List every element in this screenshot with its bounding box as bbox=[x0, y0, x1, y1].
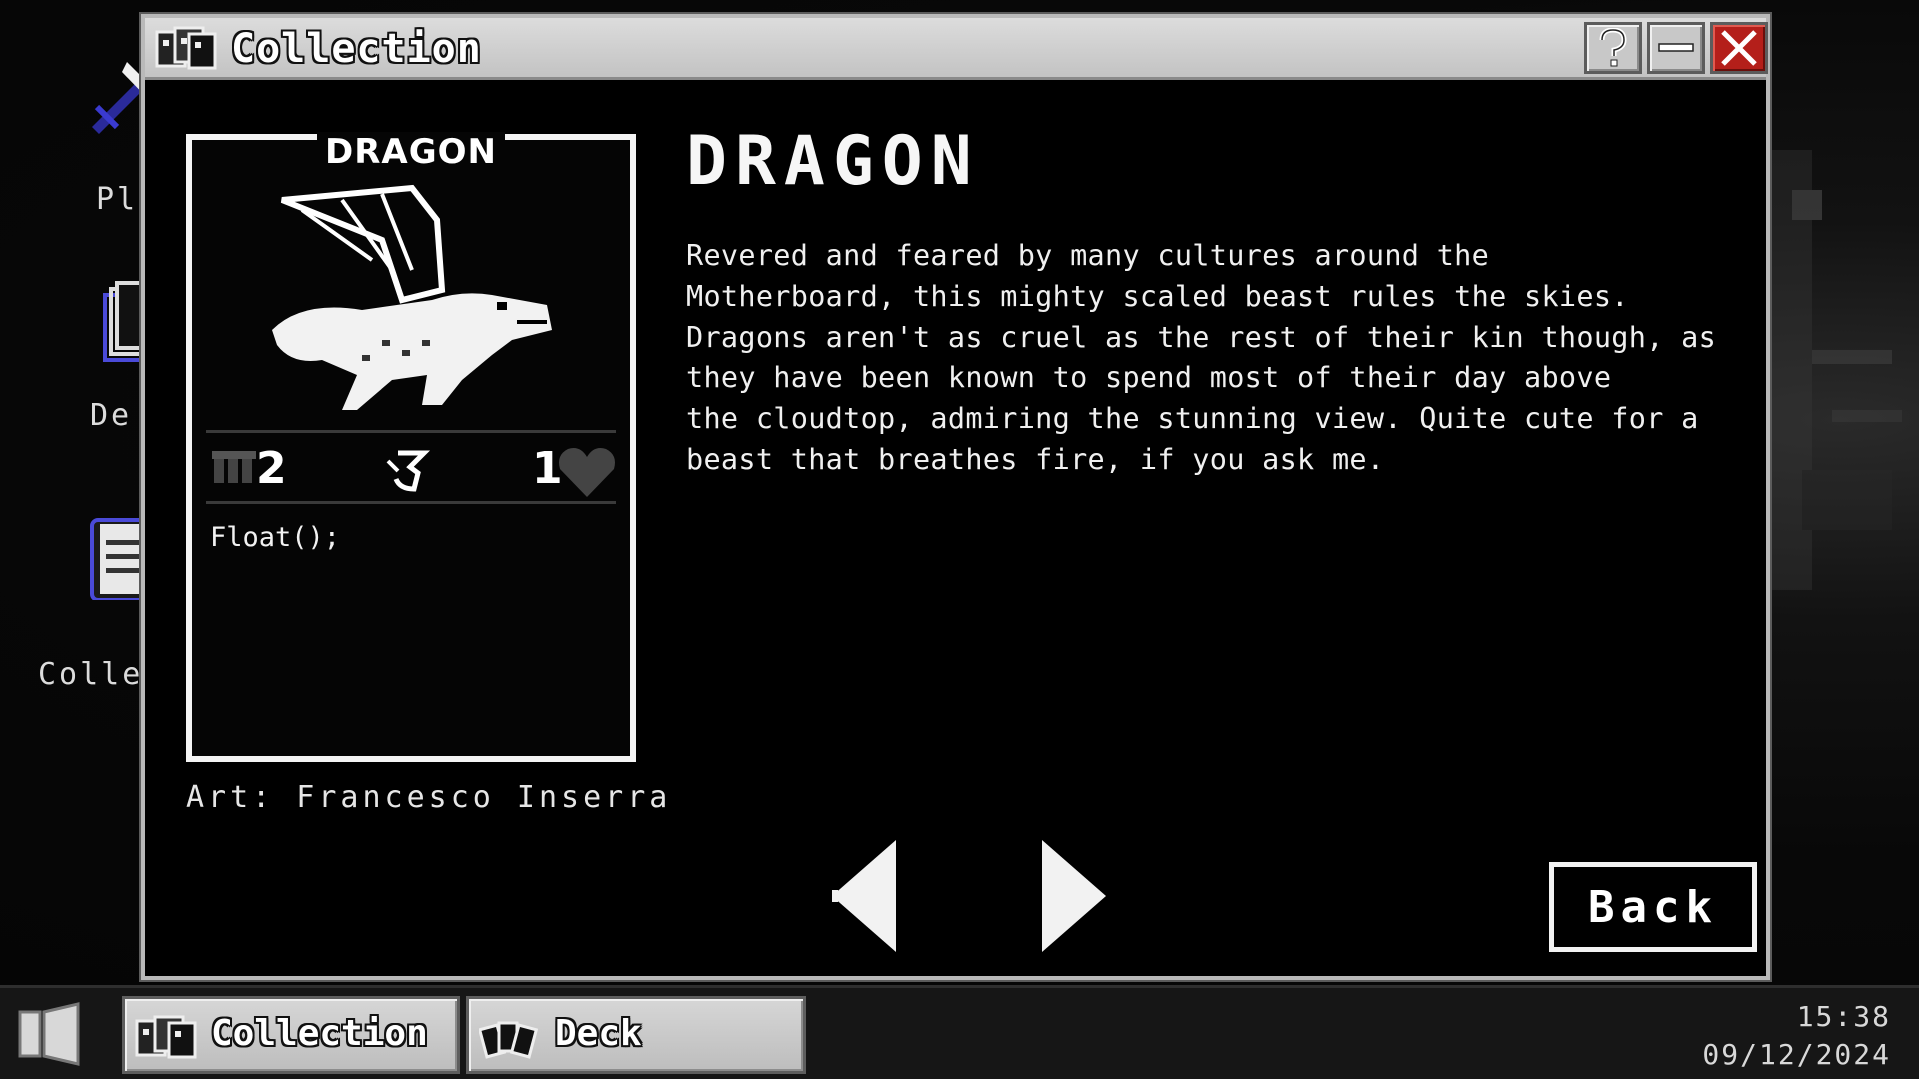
next-arrow-icon[interactable] bbox=[1028, 838, 1110, 954]
creature-description: Revered and feared by many cultures arou… bbox=[686, 236, 1746, 481]
taskbar-item-deck[interactable]: Deck bbox=[466, 996, 806, 1074]
heart-icon bbox=[559, 448, 615, 497]
window-titlebar[interactable]: Collection bbox=[145, 18, 1768, 80]
taskbar-item-label: Deck bbox=[555, 1013, 642, 1054]
description-line: Motherboard, this mighty scaled beast ru… bbox=[686, 279, 1629, 313]
question-icon bbox=[1599, 28, 1627, 67]
desktop-icon-label: Colle bbox=[38, 657, 144, 692]
card-preview: DRAGON 2 1 Float(); bbox=[186, 132, 636, 762]
creature-title: DRAGON bbox=[686, 122, 980, 201]
taskbar-item-label: Collection bbox=[211, 1013, 428, 1054]
description-line: Dragons aren't as cruel as the rest of t… bbox=[686, 320, 1717, 354]
card-name: DRAGON bbox=[317, 132, 505, 172]
previous-arrow-icon[interactable] bbox=[828, 838, 910, 954]
description-line: they have been known to spend most of th… bbox=[686, 361, 1612, 395]
cards-icon bbox=[155, 26, 217, 70]
start-menu-icon[interactable] bbox=[16, 1002, 90, 1066]
desktop-icon-label: Pl bbox=[96, 182, 139, 217]
card-ability: Float(); bbox=[210, 522, 341, 553]
window-title: Collection bbox=[231, 26, 482, 72]
card-name-wrap: DRAGON bbox=[192, 132, 630, 172]
help-button[interactable] bbox=[1584, 22, 1642, 74]
close-icon bbox=[1721, 30, 1757, 66]
background-art bbox=[1772, 150, 1902, 590]
back-button[interactable]: Back bbox=[1549, 862, 1757, 952]
description-line: beast that breathes fire, if you ask me. bbox=[686, 442, 1385, 476]
description-line: the cloudtop, admiring the stunning view… bbox=[686, 402, 1699, 436]
close-button[interactable] bbox=[1710, 22, 1768, 74]
minimize-icon bbox=[1658, 43, 1694, 52]
minimize-button[interactable] bbox=[1647, 22, 1705, 74]
card-fan-icon bbox=[479, 1021, 539, 1059]
collection-window: Collection DRAGON 2 1 Float(); Art: Fran… bbox=[141, 14, 1770, 980]
clock-date: 09/12/2024 bbox=[1702, 1038, 1891, 1071]
flying-sigil-icon bbox=[386, 450, 431, 492]
cards-icon bbox=[135, 1015, 197, 1059]
card-stats: 2 1 bbox=[206, 430, 616, 504]
taskbar-item-collection[interactable]: Collection bbox=[122, 996, 460, 1074]
desktop-icon-label: De bbox=[90, 398, 133, 433]
dragon-illustration bbox=[272, 184, 552, 410]
art-credit: Art: Francesco Inserra bbox=[186, 780, 672, 815]
card-cost: 2 bbox=[256, 443, 287, 494]
description-line: Revered and feared by many cultures arou… bbox=[686, 239, 1490, 272]
clock-time: 15:38 bbox=[1796, 1000, 1891, 1033]
taskbar: Collection Deck 15:38 09/12/2024 bbox=[0, 985, 1919, 1079]
